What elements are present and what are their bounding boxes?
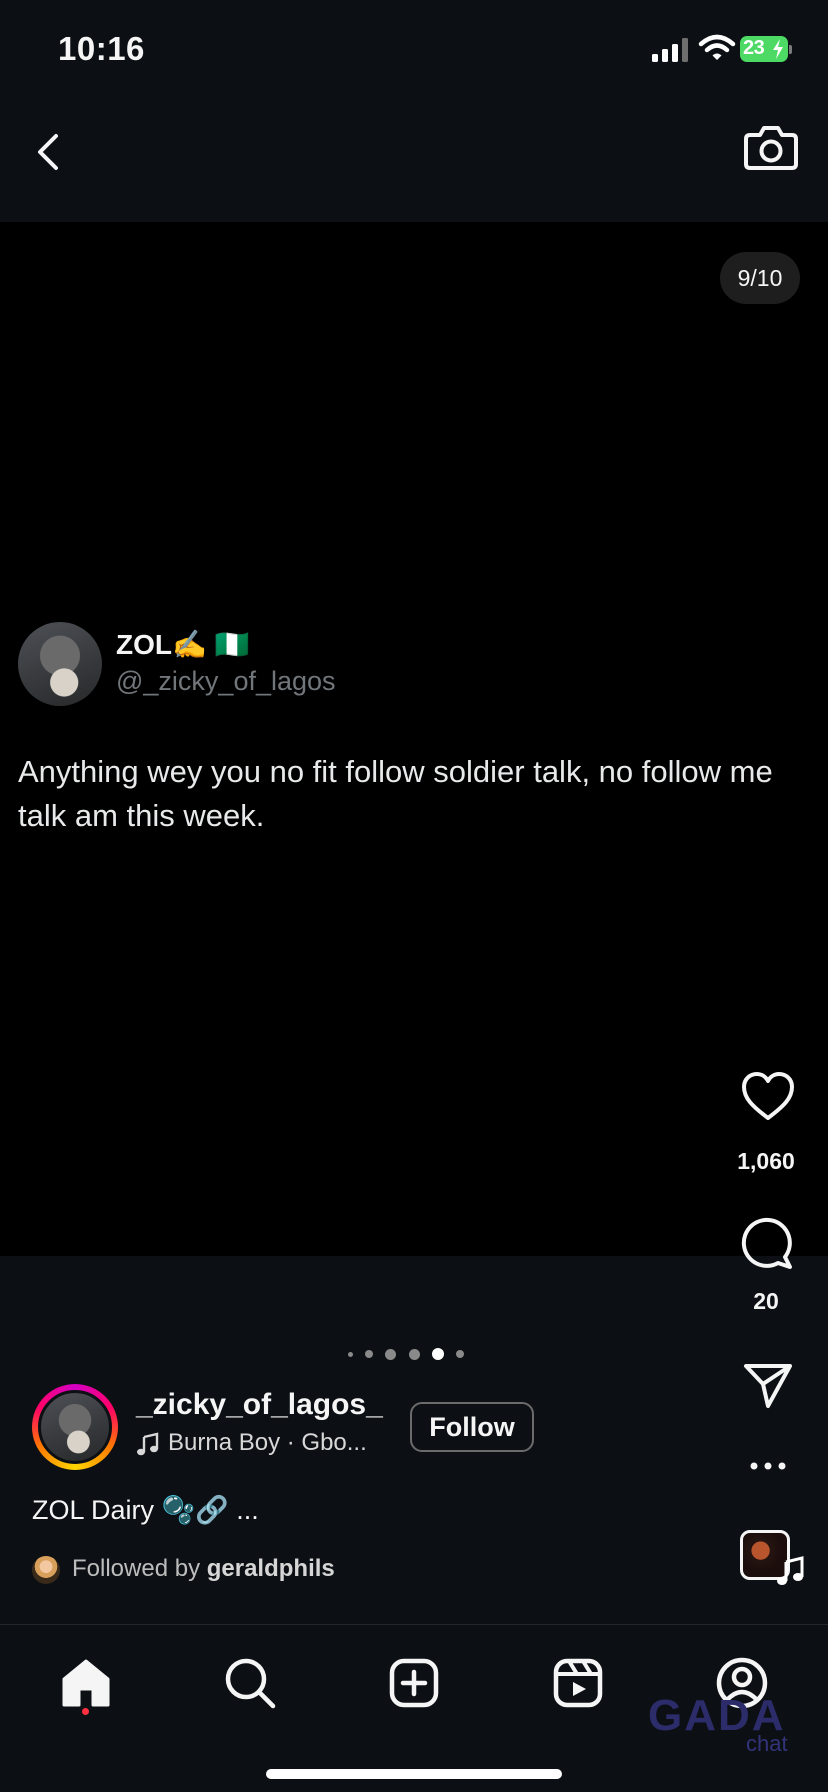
tweet-text: Anything wey you no fit follow soldier t…: [18, 754, 773, 833]
like-count[interactable]: 1,060: [710, 1148, 822, 1175]
carousel-dot: [408, 1348, 420, 1360]
heart-icon[interactable]: [740, 1070, 796, 1122]
tweet-author-handle: @_zicky_of_lagos: [116, 666, 336, 696]
carousel-dot: [365, 1350, 374, 1358]
author-username[interactable]: _zicky_of_lagos_: [136, 1388, 383, 1422]
reels-icon[interactable]: [548, 1653, 608, 1713]
chevron-left-icon[interactable]: [28, 124, 68, 180]
top-bar: [0, 96, 828, 222]
author-avatar[interactable]: [38, 1390, 112, 1464]
comment-icon[interactable]: [740, 1216, 794, 1270]
carousel-dot: [348, 1351, 353, 1357]
cellular-signal-icon: [652, 38, 688, 62]
followed-by-user[interactable]: geraldphils: [207, 1555, 335, 1582]
post-caption[interactable]: ZOL Dairy 🫧🔗 ...: [32, 1494, 259, 1526]
send-icon[interactable]: [742, 1360, 794, 1410]
home-indicator[interactable]: [266, 1769, 562, 1779]
battery-level: 23: [743, 37, 765, 59]
bottom-nav: GADA chat: [0, 1624, 828, 1792]
music-note-icon: [777, 1556, 804, 1585]
carousel-dot: [385, 1348, 397, 1360]
more-icon[interactable]: [742, 1458, 794, 1474]
followed-by[interactable]: Followed by geraldphils: [72, 1555, 335, 1583]
comment-count[interactable]: 20: [710, 1288, 822, 1315]
post-media[interactable]: 9/10 ZOL✍️ 🇳🇬 @_zicky_of_lagos Anything …: [0, 222, 828, 1256]
notification-dot: [82, 1708, 89, 1715]
followed-by-prefix: Followed by: [72, 1555, 201, 1582]
status-time: 10:16: [58, 30, 145, 67]
follower-avatar: [32, 1556, 60, 1584]
carousel-indicator: [348, 1344, 464, 1364]
battery-indicator: 23: [740, 36, 792, 62]
audio-track[interactable]: Burna Boy · Gbo...: [168, 1429, 367, 1457]
carousel-dot: [455, 1350, 464, 1358]
search-icon[interactable]: [220, 1653, 280, 1713]
music-note-icon: [137, 1432, 159, 1456]
status-bar: 10:16 23: [0, 0, 828, 96]
slide-counter: 9/10: [720, 252, 800, 304]
wifi-icon: [698, 34, 736, 60]
watermark-sub: chat: [746, 1731, 788, 1756]
follow-button[interactable]: Follow: [410, 1402, 534, 1452]
create-icon[interactable]: [384, 1653, 444, 1713]
battery-cap: [789, 45, 792, 54]
watermark: GADA chat: [648, 1691, 808, 1756]
charging-bolt-icon: [773, 39, 783, 59]
home-icon[interactable]: [56, 1653, 116, 1713]
tweet-author-name: ZOL✍️ 🇳🇬: [116, 629, 250, 660]
carousel-dot-active: [431, 1348, 444, 1360]
camera-icon[interactable]: [742, 118, 800, 176]
tweet-avatar: [18, 622, 102, 706]
